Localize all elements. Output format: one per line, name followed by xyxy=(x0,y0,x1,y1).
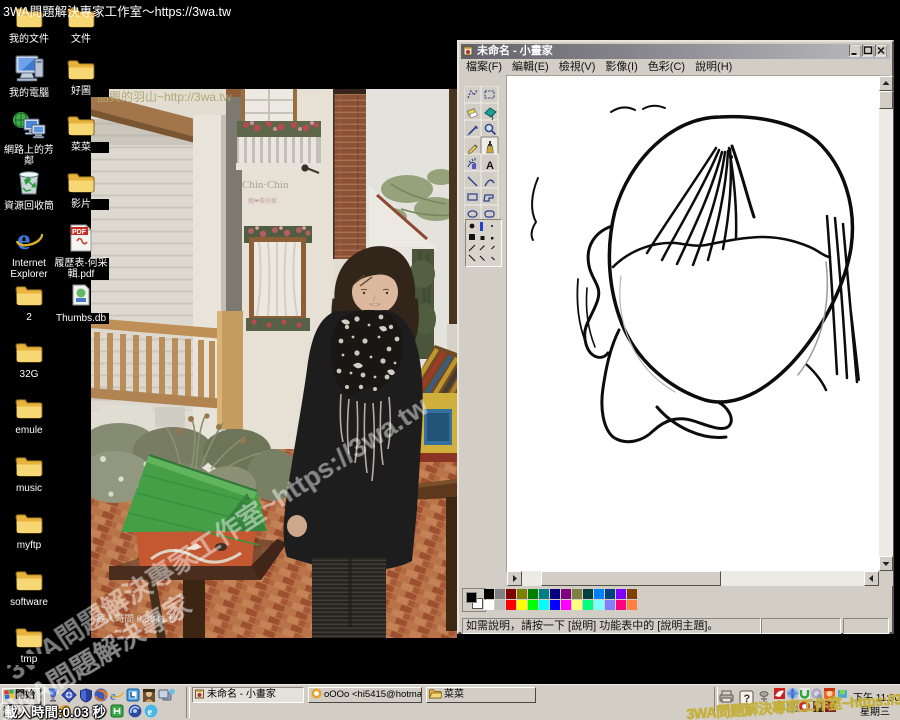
svg-text:PDF: PDF xyxy=(72,229,87,236)
svg-text:e: e xyxy=(17,224,30,252)
svg-text:e: e xyxy=(148,707,153,718)
svg-text:A: A xyxy=(486,160,494,172)
svg-text:?: ? xyxy=(744,693,751,705)
